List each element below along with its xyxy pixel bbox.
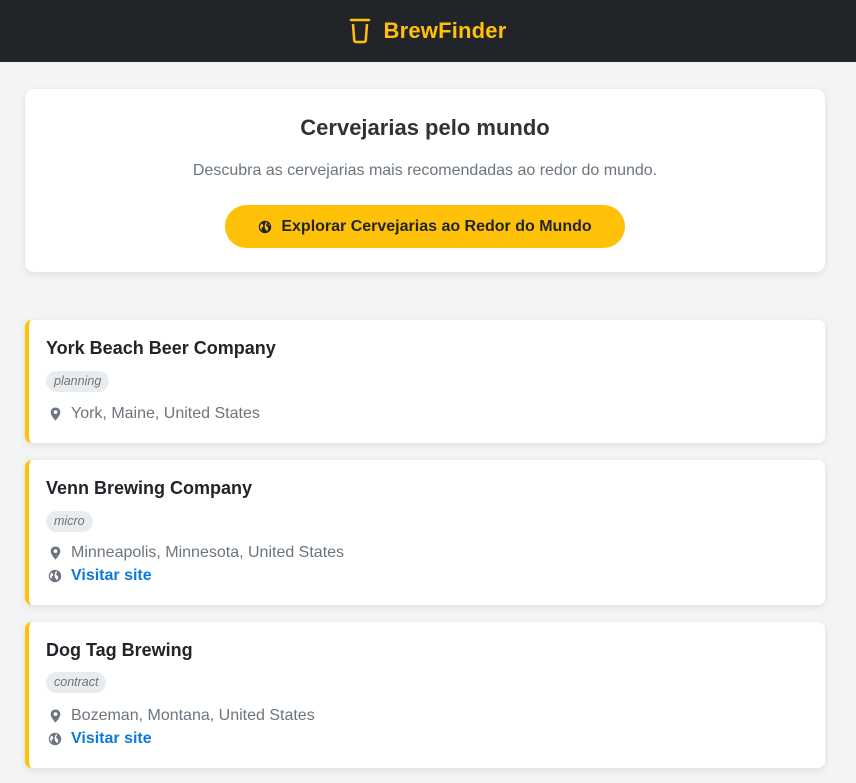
globe-icon: [258, 220, 272, 234]
map-pin-icon: [48, 407, 62, 421]
brewery-card: Venn Brewing Company micro Minneapolis, …: [25, 460, 825, 605]
hero-title: Cervejarias pelo mundo: [300, 115, 550, 140]
globe-icon: [48, 732, 62, 746]
brewery-website: Visitar site: [48, 567, 152, 585]
globe-icon: [48, 569, 62, 583]
brewery-name: Venn Brewing Company: [46, 478, 253, 498]
brewery-location: Bozeman, Montana, United States: [48, 707, 315, 725]
visit-site-link[interactable]: Visitar site: [71, 567, 152, 585]
hero-subtitle: Descubra as cervejarias mais recomendada…: [192, 162, 658, 179]
brewery-type-badge: micro: [46, 511, 93, 532]
location-text: Minneapolis, Minnesota, United States: [71, 544, 345, 561]
visit-site-link[interactable]: Visitar site: [71, 730, 152, 748]
brewery-card: Dog Tag Brewing contract Bozeman, Montan…: [25, 622, 825, 768]
location-text: Bozeman, Montana, United States: [71, 707, 315, 724]
brewery-location: York, Maine, United States: [48, 405, 260, 423]
app-header: BrewFinder: [0, 0, 856, 62]
location-text: York, Maine, United States: [71, 405, 260, 422]
brewery-location: Minneapolis, Minnesota, United States: [48, 544, 344, 562]
explore-breweries-button[interactable]: Explorar Cervejarias ao Redor do Mundo: [225, 205, 625, 248]
beer-glass-icon: [349, 18, 371, 44]
brewery-card: York Beach Beer Company planning York, M…: [25, 320, 825, 443]
map-pin-icon: [48, 546, 62, 560]
app-title: BrewFinder: [383, 18, 507, 43]
brewery-name: Dog Tag Brewing: [46, 640, 193, 660]
explore-button-label: Explorar Cervejarias ao Redor do Mundo: [281, 217, 592, 235]
brewery-type-badge: planning: [46, 371, 110, 392]
brewery-website: Visitar site: [48, 730, 152, 748]
map-pin-icon: [48, 709, 62, 723]
brewery-name: York Beach Beer Company: [46, 338, 276, 358]
hero-panel: Cervejarias pelo mundo Descubra as cerve…: [25, 89, 825, 272]
brewery-type-badge: contract: [46, 672, 107, 693]
